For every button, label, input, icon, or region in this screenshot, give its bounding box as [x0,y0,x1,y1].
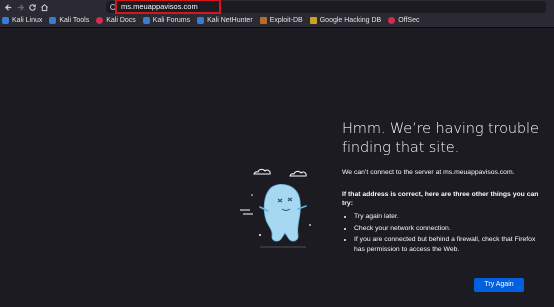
bookmark-label: Kali Forums [152,17,191,24]
bookmark-kali-linux[interactable]: Kali Linux [2,15,42,27]
bookmark-label: Kali NetHunter [207,17,253,24]
navigation-toolbar: ms.meuappavisos.com [0,0,554,14]
bookmark-label: Kali Docs [106,17,136,24]
bookmark-label: Exploit-DB [269,17,303,24]
bookmark-offsec[interactable]: OffSec [388,15,420,27]
bookmark-label: Kali Tools [59,17,90,24]
url-text[interactable]: ms.meuappavisos.com [121,1,198,13]
bookmark-google-hacking-db[interactable]: Google Hacking DB [309,15,382,27]
home-icon[interactable] [38,0,50,14]
error-hint: If that address is correct, here are thr… [342,191,539,207]
offsec-icon [388,17,396,24]
bookmarks-toolbar: Kali Linux Kali Tools Kali Docs Kali For… [0,14,554,28]
address-bar[interactable]: ms.meuappavisos.com [106,0,546,14]
reload-icon[interactable] [26,0,38,14]
try-again-button[interactable]: Try Again [474,278,524,292]
bookmark-exploit-db[interactable]: Exploit-DB [259,15,303,27]
ghdb-icon [309,17,317,24]
error-tip: Check your network connection. [354,224,536,234]
kali-dragon-icon [142,17,150,24]
forward-arrow-icon[interactable] [14,0,26,14]
error-tip: If you are connected but behind a firewa… [354,235,536,254]
kali-dragon-icon [49,17,57,24]
error-description: We can’t connect to the server at ms.meu… [342,169,515,176]
lost-dinosaur-icon [240,165,320,255]
bookmark-kali-docs[interactable]: Kali Docs [96,15,136,27]
kali-docs-icon [96,17,104,24]
error-tips-list: Try again later. Check your network conn… [342,212,536,256]
url-host: ms.meuappavisos.com [121,2,198,11]
back-arrow-icon[interactable] [2,0,14,14]
bookmark-label: OffSec [398,17,420,24]
bookmark-label: Kali Linux [12,17,43,24]
bookmark-kali-nethunter[interactable]: Kali NetHunter [197,15,253,27]
bookmark-kali-forums[interactable]: Kali Forums [142,15,191,27]
error-title: Hmm. We’re having trouble finding that s… [342,121,539,156]
error-tip: Try again later. [354,212,536,222]
kali-dragon-icon [197,17,205,24]
bookmark-kali-tools[interactable]: Kali Tools [49,15,89,27]
exploit-db-icon [259,17,267,24]
bookmark-label: Google Hacking DB [319,17,382,24]
kali-dragon-icon [2,17,9,24]
